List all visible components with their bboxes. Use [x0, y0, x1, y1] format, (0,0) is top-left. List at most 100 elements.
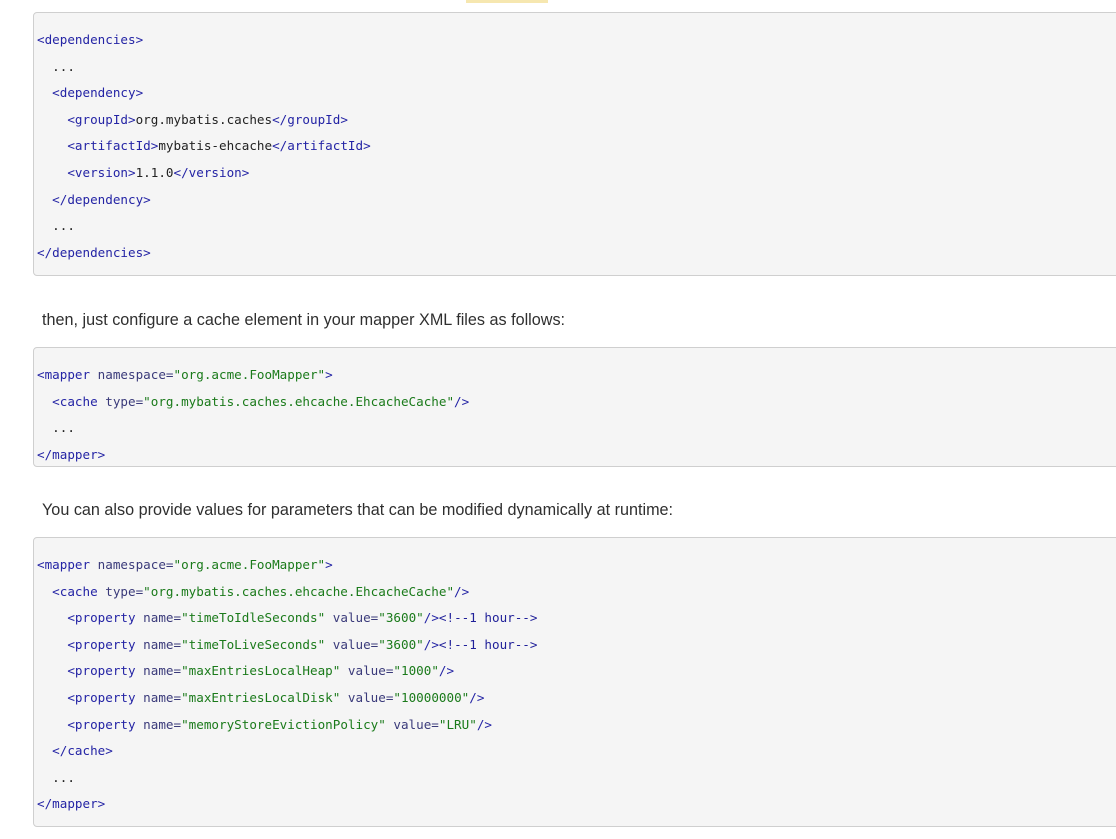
code-token-attr: value=	[340, 689, 394, 705]
code-token-tag: </mapper>	[37, 446, 106, 462]
code-token-attr: type=	[105, 583, 144, 599]
code-token-str: "1000"	[393, 663, 439, 679]
code-line: </mapper>	[37, 442, 1116, 469]
code-token-str: "org.mybatis.caches.ehcache.EhcacheCache…	[143, 393, 455, 409]
code-token-tag: </groupId>	[272, 111, 348, 127]
code-token-attr: name=	[143, 610, 182, 626]
code-token-tag: <property	[67, 716, 144, 732]
code-token-tag: <property	[67, 663, 144, 679]
code-block-dependencies[interactable]: <dependencies> ... <dependency> <groupId…	[33, 12, 1116, 276]
code-token-str: "10000000"	[393, 689, 470, 705]
code-token-attr: name=	[143, 716, 182, 732]
code-token-tag: <dependency>	[52, 85, 144, 101]
code-token-str: "maxEntriesLocalDisk"	[181, 689, 341, 705]
code-token-tag: <property	[67, 689, 144, 705]
code-token-text: org.mybatis.caches	[135, 111, 273, 127]
code-token-text: ...	[37, 58, 75, 74]
code-token-str: "org.acme.FooMapper"	[173, 367, 326, 382]
code-token-attr: namespace=	[97, 557, 174, 572]
top-highlight-strip	[466, 0, 548, 3]
code-line: <property name="timeToLiveSeconds" value…	[37, 632, 1116, 659]
code-line: <mapper namespace="org.acme.FooMapper">	[37, 552, 1116, 579]
code-token-text: ...	[37, 769, 75, 785]
instruction-text-configure-cache: then, just configure a cache element in …	[42, 311, 566, 329]
code-token-tag: <dependencies>	[37, 32, 144, 47]
code-token-attr: name=	[143, 689, 182, 705]
code-token-tag: </version>	[173, 164, 250, 180]
code-line: <property name="memoryStoreEvictionPolic…	[37, 712, 1116, 739]
code-line: <cache type="org.mybatis.caches.ehcache.…	[37, 389, 1116, 416]
code-line: <property name="maxEntriesLocalDisk" val…	[37, 685, 1116, 712]
code-token-text: ...	[37, 218, 75, 234]
code-token-tag: </dependency>	[52, 191, 151, 207]
code-token-attr: name=	[143, 663, 182, 679]
code-line: ...	[37, 213, 1116, 240]
code-token-str: "maxEntriesLocalHeap"	[181, 663, 341, 679]
code-line: </mapper>	[37, 791, 1116, 818]
code-token-tag: />	[438, 663, 455, 679]
code-line: </dependency>	[37, 187, 1116, 214]
code-block-mapper-basic[interactable]: <mapper namespace="org.acme.FooMapper"> …	[33, 347, 1116, 467]
code-token-tag: <cache	[52, 583, 106, 599]
code-token-tag: <cache	[52, 393, 106, 409]
code-token-tag: <mapper	[37, 557, 98, 572]
code-token-str: "timeToIdleSeconds"	[181, 610, 326, 626]
code-token-tag: />	[454, 393, 470, 409]
code-token-tag: </artifactId>	[272, 138, 371, 154]
code-line: <groupId>org.mybatis.caches</groupId>	[37, 107, 1116, 134]
code-token-attr: type=	[105, 393, 144, 409]
code-token-tag: >	[325, 367, 333, 382]
instruction-text-runtime-parameters: You can also provide values for paramete…	[42, 501, 674, 519]
code-token-tag: <version>	[67, 164, 136, 180]
code-line: ...	[37, 54, 1116, 81]
code-line: <dependencies>	[37, 27, 1116, 54]
code-token-str: "timeToLiveSeconds"	[181, 636, 326, 652]
code-token-str: "3600"	[378, 610, 424, 626]
code-token-tag: <groupId>	[67, 111, 136, 127]
code-token-attr: value=	[340, 663, 394, 679]
code-token-tag: />	[469, 689, 485, 705]
code-line: </cache>	[37, 738, 1116, 765]
code-token-tag: <property	[67, 610, 144, 626]
code-token-tag: <artifactId>	[67, 138, 159, 154]
code-token-tag: />	[454, 583, 470, 599]
code-token-text: mybatis-ehcache	[158, 138, 273, 154]
code-line: ...	[37, 415, 1116, 442]
code-token-tag: />	[423, 636, 439, 652]
code-token-str: "LRU"	[438, 716, 477, 732]
code-token-text: 1.1.0	[135, 164, 174, 180]
code-token-str: "3600"	[378, 636, 424, 652]
code-line: <property name="maxEntriesLocalHeap" val…	[37, 658, 1116, 685]
code-line: </dependencies>	[37, 240, 1116, 267]
code-token-tag: <mapper	[37, 367, 98, 382]
code-block-mapper-properties[interactable]: <mapper namespace="org.acme.FooMapper"> …	[33, 537, 1116, 827]
code-token-tag: >	[325, 557, 333, 572]
code-token-attr: value=	[325, 610, 379, 626]
code-token-attr: value=	[385, 716, 439, 732]
code-token-str: "org.acme.FooMapper"	[173, 557, 326, 572]
code-token-str: "org.mybatis.caches.ehcache.EhcacheCache…	[143, 583, 455, 599]
code-token-attr: name=	[143, 636, 182, 652]
code-line: <mapper namespace="org.acme.FooMapper">	[37, 362, 1116, 389]
code-token-attr: value=	[325, 636, 379, 652]
code-token-attr: namespace=	[97, 367, 174, 382]
code-token-text: ...	[37, 420, 75, 436]
code-token-tag: </dependencies>	[37, 244, 151, 260]
code-token-str: "memoryStoreEvictionPolicy"	[181, 716, 386, 732]
code-token-tag: <property	[67, 636, 144, 652]
code-token-comment: <!--1 hour-->	[438, 610, 538, 626]
code-token-comment: <!--1 hour-->	[438, 636, 538, 652]
code-line: <dependency>	[37, 80, 1116, 107]
code-line: <cache type="org.mybatis.caches.ehcache.…	[37, 579, 1116, 606]
code-line: <artifactId>mybatis-ehcache</artifactId>	[37, 133, 1116, 160]
